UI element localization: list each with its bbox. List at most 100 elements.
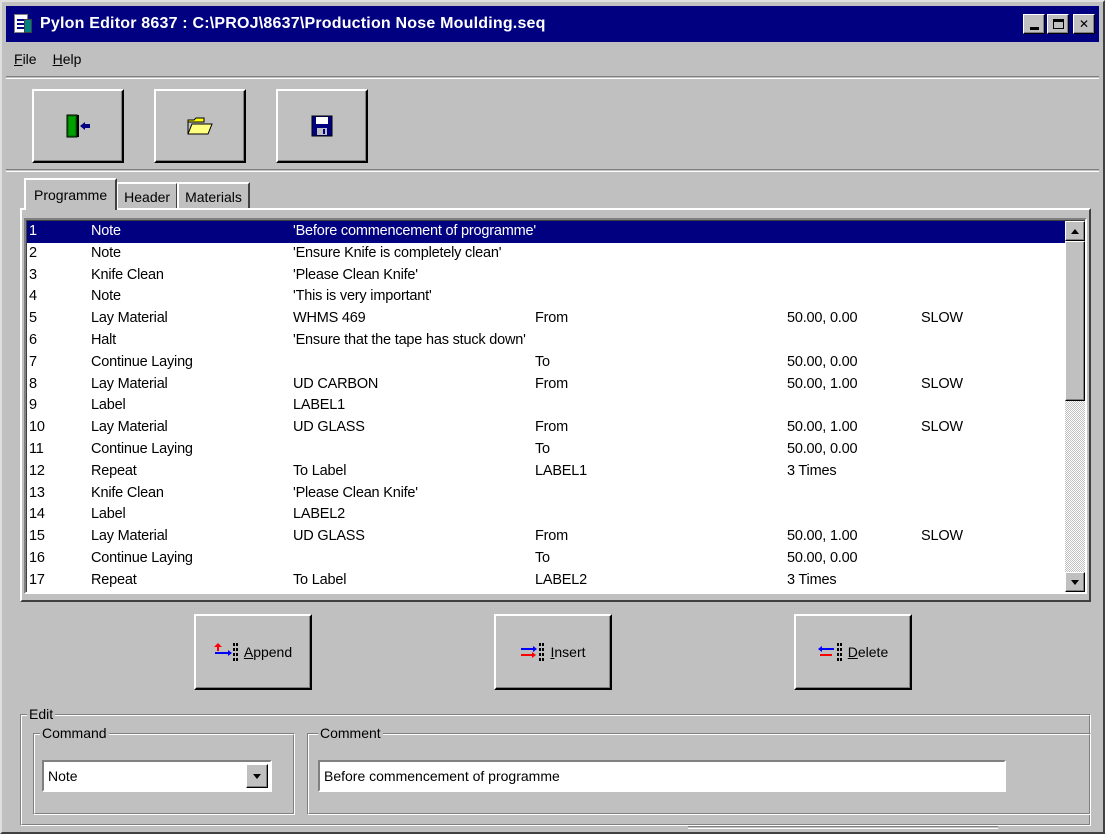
edit-group-label: Edit	[27, 706, 56, 722]
list-item[interactable]: 5 Lay Material WHMS 469 From 50.00, 0.00 SLOW	[27, 308, 1065, 330]
cell-direction: To	[535, 353, 550, 370]
edit-group: Edit Command Note Comment Before commenc…	[20, 706, 1091, 829]
cell-direction: To	[535, 440, 550, 457]
title-bar[interactable]: Pylon Editor 8637 : C:\PROJ\8637\Product…	[6, 6, 1099, 42]
cell-value: 3 Times	[787, 462, 837, 479]
open-button[interactable]	[154, 89, 246, 163]
list-item[interactable]: 9 Label LABEL1	[27, 395, 1065, 417]
cell-argument: WHMS 469	[293, 310, 366, 327]
delete-button[interactable]: Delete	[794, 614, 912, 690]
tab-header[interactable]: Header	[116, 182, 179, 210]
cell-command: Continue Laying	[91, 549, 193, 566]
app-icon[interactable]	[12, 13, 34, 35]
maximize-icon	[1052, 19, 1064, 29]
programme-list[interactable]: 1 Note 'Before commencement of programme' 2…	[24, 218, 1087, 594]
cell-value: 50.00, 0.00	[787, 549, 858, 566]
delete-icon	[817, 643, 842, 661]
list-item[interactable]: 3 Knife Clean 'Please Clean Knife'	[27, 265, 1065, 287]
list-item[interactable]: 6 Halt 'Ensure that the tape has stuck dow…	[27, 330, 1065, 352]
cell-command: Lay Material	[91, 528, 168, 545]
cell-direction: To	[535, 549, 550, 566]
cell-step-number: 9	[29, 397, 37, 414]
cell-step-number: 14	[29, 506, 45, 523]
list-item[interactable]: 15 Lay Material UD GLASS From 50.00, 1.00 SLO…	[27, 526, 1065, 548]
cell-argument: 'This is very important'	[293, 288, 432, 305]
cell-command: Label	[91, 397, 126, 414]
cell-command: Note	[91, 288, 121, 305]
insert-button[interactable]: Insert	[494, 614, 612, 690]
cell-step-number: 8	[29, 375, 37, 392]
list-item[interactable]: 12 Repeat To Label LABEL1 3 Times	[27, 461, 1065, 483]
cell-step-number: 11	[29, 440, 44, 457]
cell-argument: UD GLASS	[293, 528, 365, 545]
scroll-up-button[interactable]	[1065, 221, 1085, 241]
cell-value: 50.00, 0.00	[787, 440, 858, 457]
cell-command: Continue Laying	[91, 353, 193, 370]
tab-programme-label: Programme	[34, 187, 108, 203]
cell-command: Note	[91, 244, 121, 261]
tab-header-label: Header	[124, 189, 171, 205]
cell-value: 50.00, 0.00	[787, 310, 858, 327]
menu-help-label: elp	[62, 51, 82, 67]
cell-value: 50.00, 1.00	[787, 375, 858, 392]
comment-input[interactable]: Before commencement of programme	[318, 760, 1006, 792]
append-accel: A	[243, 644, 254, 660]
save-button[interactable]	[276, 89, 368, 163]
command-select-value: Note	[48, 768, 78, 784]
cell-command: Knife Clean	[91, 266, 164, 283]
open-folder-icon	[187, 117, 213, 135]
app-window: Pylon Editor 8637 : C:\PROJ\8637\Product…	[0, 0, 1105, 834]
cell-command: Repeat	[91, 571, 137, 588]
cell-step-number: 2	[29, 244, 37, 261]
menu-bar: File Help	[8, 46, 87, 72]
comment-label: Comment	[318, 725, 383, 741]
list-item[interactable]: 17 Repeat To Label LABEL2 3 Times	[27, 570, 1065, 592]
cell-command: Lay Material	[91, 310, 168, 327]
cell-command: Halt	[91, 331, 116, 348]
cell-argument: LABEL1	[293, 397, 346, 414]
maximize-button[interactable]	[1047, 14, 1069, 34]
cell-speed: SLOW	[921, 528, 963, 545]
insert-icon	[521, 643, 545, 661]
list-item[interactable]: 7 Continue Laying To 50.00, 0.00	[27, 352, 1065, 374]
list-item[interactable]: 13 Knife Clean 'Please Clean Knife'	[27, 483, 1065, 505]
vertical-scrollbar[interactable]	[1065, 220, 1085, 592]
cell-direction: LABEL2	[535, 571, 588, 588]
command-dropdown-button[interactable]	[246, 764, 268, 788]
append-button[interactable]: Append	[194, 614, 312, 690]
append-label-rest: ppend	[253, 644, 293, 660]
tab-materials[interactable]: Materials	[177, 182, 250, 210]
cell-step-number: 12	[29, 462, 45, 479]
insert-label: Insert	[550, 644, 585, 660]
minimize-button[interactable]	[1023, 14, 1045, 34]
cell-value: 3 Times	[787, 571, 837, 588]
list-item[interactable]: 16 Continue Laying To 50.00, 0.00	[27, 548, 1065, 570]
list-item[interactable]: 2 Note 'Ensure Knife is completely clean'	[27, 243, 1065, 265]
menu-help[interactable]: Help	[47, 51, 88, 67]
exit-button[interactable]	[32, 89, 124, 163]
scroll-down-button[interactable]	[1065, 572, 1085, 592]
menu-file[interactable]: File	[8, 51, 43, 67]
command-fieldset: Command Note	[33, 725, 295, 815]
cell-speed: SLOW	[921, 375, 963, 392]
list-item[interactable]: 14 Label LABEL2	[27, 504, 1065, 526]
list-item[interactable]: 4 Note 'This is very important'	[27, 286, 1065, 308]
arrow-up-icon	[1071, 228, 1079, 234]
programme-list-rows: 1 Note 'Before commencement of programme' 2…	[26, 220, 1065, 592]
list-item[interactable]: 10 Lay Material UD GLASS From 50.00, 1.00 SLO…	[27, 417, 1065, 439]
cell-argument: UD CARBON	[293, 375, 379, 392]
cell-direction: From	[535, 419, 569, 436]
tab-strip: Programme Header Materials	[24, 178, 250, 210]
scroll-thumb[interactable]	[1065, 241, 1085, 401]
minimize-icon	[1029, 26, 1039, 30]
cell-speed: SLOW	[921, 310, 963, 327]
cell-argument: UD GLASS	[293, 419, 365, 436]
list-item[interactable]: 8 Lay Material UD CARBON From 50.00, 1.00 SLO…	[27, 374, 1065, 396]
insert-label-rest: nsert	[554, 644, 586, 660]
close-button[interactable]: ✕	[1073, 14, 1095, 34]
tab-programme[interactable]: Programme	[24, 178, 118, 210]
command-select[interactable]: Note	[42, 760, 272, 792]
list-item[interactable]: 1 Note 'Before commencement of programme'	[27, 221, 1065, 243]
list-item[interactable]: 11 Continue Laying To 50.00, 0.00	[27, 439, 1065, 461]
toolbar	[6, 76, 1099, 172]
